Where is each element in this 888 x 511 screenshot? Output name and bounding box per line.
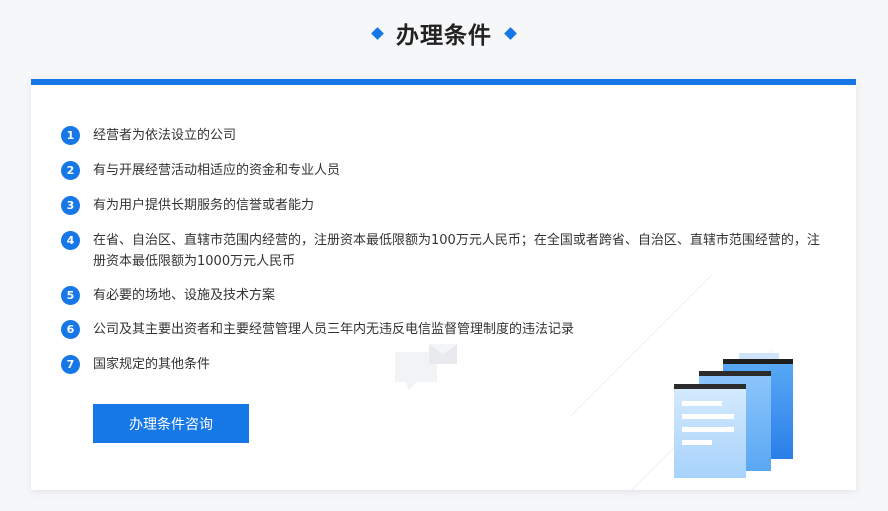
list-item: 7 国家规定的其他条件: [61, 354, 821, 375]
condition-text: 国家规定的其他条件: [93, 357, 211, 372]
number-badge: 5: [61, 286, 80, 305]
diamond-icon-left: [371, 26, 384, 40]
list-item: 4 在省、自治区、直辖市范围内经营的，注册资本最低限额为100万元人民币；在全国…: [61, 230, 821, 272]
condition-text: 在省、自治区、直辖市范围内经营的，注册资本最低限额为100万元人民币；在全国或者…: [93, 233, 820, 269]
number-badge: 6: [61, 320, 80, 339]
number-badge: 4: [61, 231, 80, 250]
list-item: 5 有必要的场地、设施及技术方案: [61, 285, 821, 306]
conditions-card: 1 经营者为依法设立的公司 2 有与开展经营活动相适应的资金和专业人员 3 有为…: [31, 79, 856, 490]
condition-text: 有与开展经营活动相适应的资金和专业人员: [93, 163, 341, 178]
section-header: 办理条件: [0, 0, 888, 66]
page-title: 办理条件: [396, 23, 492, 49]
number-badge: 3: [61, 196, 80, 215]
consult-button[interactable]: 办理条件咨询: [93, 404, 249, 443]
list-item: 6 公司及其主要出资者和主要经营管理人员三年内无违反电信监督管理制度的违法记录: [61, 319, 821, 340]
condition-text: 公司及其主要出资者和主要经营管理人员三年内无违反电信监督管理制度的违法记录: [93, 322, 575, 337]
number-badge: 2: [61, 161, 80, 180]
list-item: 2 有与开展经营活动相适应的资金和专业人员: [61, 160, 821, 181]
list-item: 3 有为用户提供长期服务的信誉或者能力: [61, 195, 821, 216]
number-badge: 1: [61, 126, 80, 145]
condition-text: 有为用户提供长期服务的信誉或者能力: [93, 198, 315, 213]
conditions-list: 1 经营者为依法设立的公司 2 有与开展经营活动相适应的资金和专业人员 3 有为…: [61, 125, 821, 375]
list-item: 1 经营者为依法设立的公司: [61, 125, 821, 146]
condition-text: 有必要的场地、设施及技术方案: [93, 288, 276, 303]
diamond-icon-right: [504, 26, 517, 40]
condition-text: 经营者为依法设立的公司: [93, 128, 237, 143]
number-badge: 7: [61, 355, 80, 374]
